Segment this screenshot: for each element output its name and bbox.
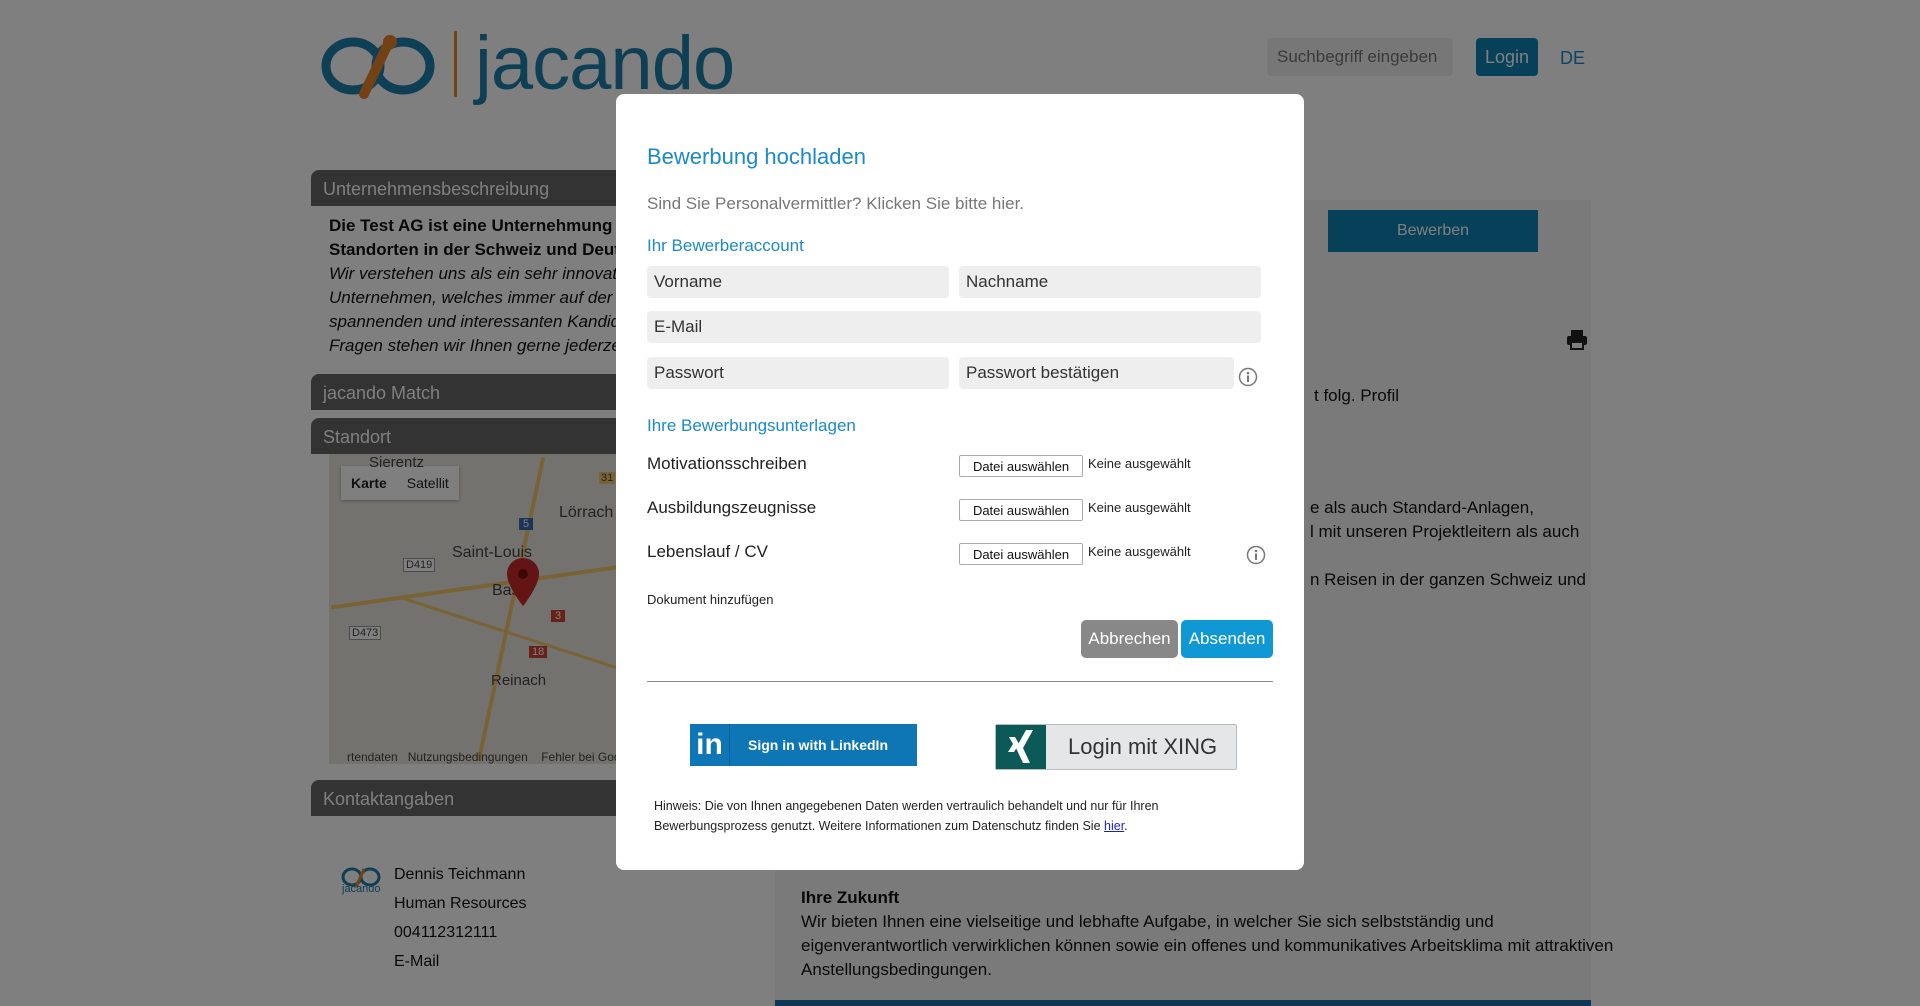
submit-button[interactable]: Absenden [1181,620,1273,658]
privacy-hint-end: . [1124,819,1128,833]
modal-title: Bewerbung hochladen [647,144,866,169]
cancel-button[interactable]: Abbrechen [1081,620,1178,658]
linkedin-icon: in [690,724,730,766]
xing-login-button[interactable]: Login mit XING [995,724,1237,770]
email-input[interactable] [647,311,1261,343]
file-label-cv: Lebenslauf / CV [647,542,768,561]
file-label-motivation: Motivationsschreiben [647,454,807,473]
password-input[interactable] [647,357,949,389]
file-choose-button-certificates[interactable]: Datei auswählen [959,499,1083,521]
firstname-input[interactable] [647,266,949,298]
add-document-link[interactable]: Dokument hinzufügen [647,592,773,607]
xing-login-label: Login mit XING [1068,734,1218,759]
password-info-icon[interactable] [1238,367,1258,387]
privacy-hint: Hinweis: Die von Ihnen angegebenen Daten… [654,796,1274,836]
documents-section-heading: Ihre Bewerbungsunterlagen [647,416,856,435]
cv-info-icon[interactable] [1246,545,1266,565]
linkedin-signin-button[interactable]: in Sign in with LinkedIn [690,724,917,766]
file-status-motivation: Keine ausgewählt [1088,456,1191,471]
file-choose-button-cv[interactable]: Datei auswählen [959,543,1083,565]
password-confirm-input[interactable] [959,357,1234,389]
recruiter-link[interactable]: Sind Sie Personalvermittler? Klicken Sie… [647,194,1024,214]
modal-divider [647,681,1273,682]
file-status-certificates: Keine ausgewählt [1088,500,1191,515]
privacy-link[interactable]: hier [1104,819,1124,833]
linkedin-signin-label: Sign in with LinkedIn [748,737,888,753]
lastname-input[interactable] [959,266,1261,298]
account-section-heading: Ihr Bewerberaccount [647,236,804,255]
file-choose-button-motivation[interactable]: Datei auswählen [959,455,1083,477]
file-status-cv: Keine ausgewählt [1088,544,1191,559]
application-upload-modal: Bewerbung hochladen Sind Sie Personalver… [616,94,1304,870]
xing-icon [996,725,1046,769]
privacy-hint-text: Hinweis: Die von Ihnen angegebenen Daten… [654,799,1159,833]
file-label-certificates: Ausbildungszeugnisse [647,498,817,517]
